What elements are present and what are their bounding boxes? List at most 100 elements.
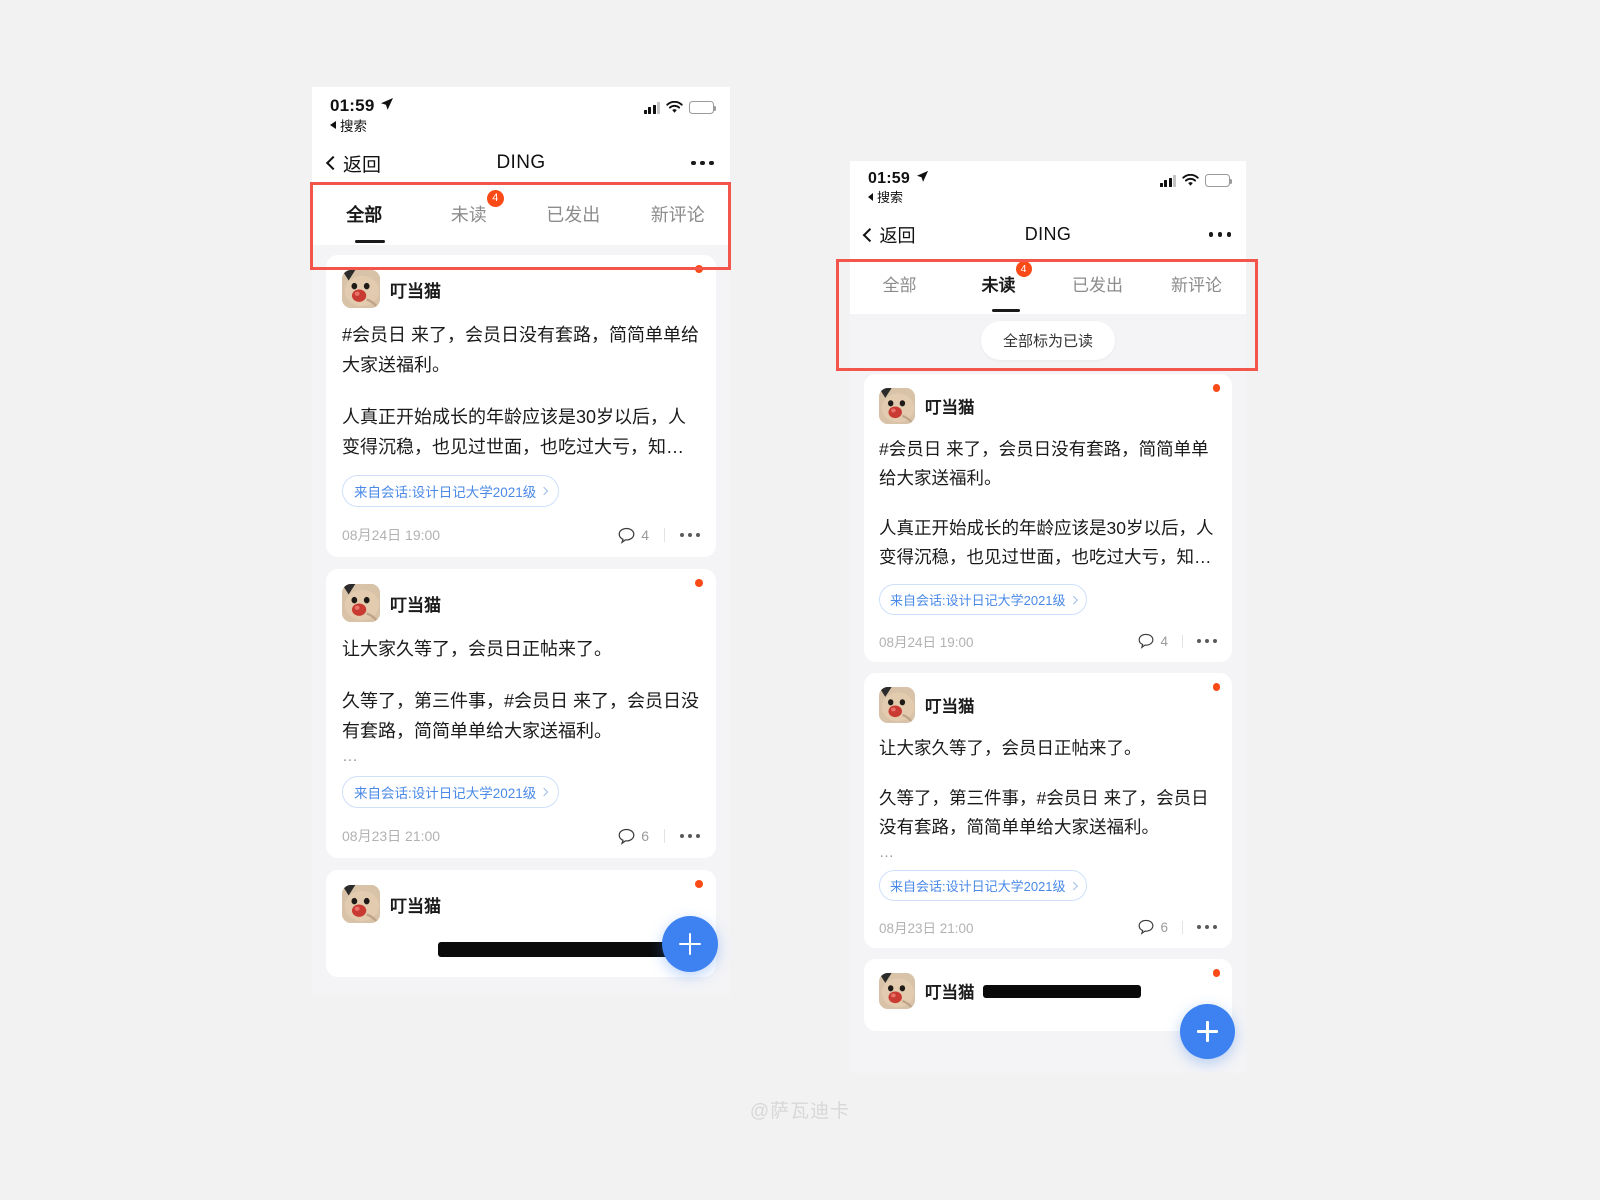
card-paragraph-redacted	[342, 935, 700, 965]
tab-new-comments[interactable]: 新评论	[626, 201, 731, 245]
chevron-right-icon	[540, 486, 549, 496]
card-timestamp: 08月23日 21:00	[879, 921, 974, 936]
comment-button[interactable]: 6	[1138, 919, 1168, 935]
nav-bar: 返回 DING	[850, 211, 1246, 258]
unread-dot	[1212, 384, 1220, 392]
ding-card[interactable]: 叮当猫 让大家久等了，会员日正帖来了。 久等了，第三件事，#会员日 来了，会员日…	[326, 569, 716, 858]
wifi-icon	[666, 101, 683, 114]
back-triangle-icon	[330, 121, 336, 129]
tab-unread[interactable]: 未读 4	[417, 190, 522, 245]
compose-ding-button[interactable]	[662, 916, 718, 972]
chevron-right-icon	[1069, 881, 1078, 890]
unread-dot	[695, 579, 703, 587]
tab-new-comments-label: 新评论	[1171, 276, 1222, 295]
cat-avatar	[342, 270, 380, 308]
status-back-to-app[interactable]: 搜索	[330, 115, 712, 135]
card-more-button[interactable]	[1197, 925, 1217, 929]
source-conversation-tag[interactable]: 来自会话:设计日记大学2021级	[879, 870, 1088, 901]
back-triangle-icon	[868, 192, 873, 201]
source-conversation-tag[interactable]: 来自会话:设计日记大学2021级	[342, 475, 560, 507]
card-footer: 08月23日 21:00 6	[879, 917, 1217, 937]
card-author: 叮当猫	[390, 896, 441, 916]
card-author: 叮当猫	[925, 984, 975, 1002]
nav-back-label: 返回	[343, 154, 382, 176]
comment-button[interactable]: 4	[618, 527, 649, 544]
comment-button[interactable]: 6	[618, 828, 649, 845]
source-conversation-tag[interactable]: 来自会话:设计日记大学2021级	[879, 584, 1088, 615]
footer-divider	[1182, 634, 1183, 648]
redaction-bar	[982, 984, 1141, 998]
phone-screen-right: 01:59 搜索 ⚡ 返回 DING 全部 未读 4 已发出 新评论 全部标为已…	[850, 161, 1246, 1073]
nav-back-button[interactable]: 返回	[863, 222, 916, 248]
ding-card[interactable]: 叮当猫 #会员日 来了，会员日没有套路，简简单单给大家送福利。 人真正开始成长的…	[864, 374, 1232, 662]
tab-bar: 全部 未读 4 已发出 新评论	[312, 187, 730, 245]
nav-more-button[interactable]	[1208, 232, 1231, 237]
status-back-label: 搜索	[340, 119, 367, 134]
source-conversation-label: 来自会话:设计日记大学2021级	[890, 593, 1066, 608]
wifi-icon	[1182, 174, 1199, 187]
tab-unread[interactable]: 未读 4	[949, 261, 1048, 314]
ding-card[interactable]: 叮当猫 #会员日 来了，会员日没有套路，简简单单给大家送福利。 人真正开始成长的…	[326, 255, 716, 557]
status-bar-right: ⚡	[1159, 174, 1233, 187]
ding-feed-left[interactable]: 叮当猫 #会员日 来了，会员日没有套路，简简单单给大家送福利。 人真正开始成长的…	[312, 245, 730, 995]
card-author: 叮当猫	[390, 595, 441, 615]
card-more-button[interactable]	[680, 533, 700, 537]
card-paragraph: 让大家久等了，会员日正帖来了。	[879, 738, 1142, 758]
chevron-right-icon	[1069, 595, 1078, 604]
ding-card[interactable]: 叮当猫 让大家久等了，会员日正帖来了。 久等了，第三件事，#会员日 来了，会员日…	[864, 673, 1232, 948]
card-paragraph: #会员日 来了，会员日没有套路，简简单单给大家送福利。	[342, 325, 700, 375]
card-footer-actions: 6	[1138, 919, 1217, 935]
card-paragraph: 让大家久等了，会员日正帖来了。	[342, 639, 612, 659]
status-time: 01:59	[868, 170, 910, 187]
tab-unread-badge: 4	[486, 190, 504, 207]
compose-ding-button[interactable]	[1180, 1004, 1235, 1059]
card-more-button[interactable]	[1197, 639, 1217, 643]
nav-bar: 返回 DING	[312, 139, 730, 187]
card-timestamp: 08月23日 21:00	[342, 828, 441, 844]
card-paragraph: 久等了，第三件事，#会员日 来了，会员日没有套路，简简单单给大家送福利。	[342, 691, 700, 741]
tab-all-label: 全部	[346, 205, 383, 225]
card-truncation-ellipsis: …	[879, 844, 896, 861]
nav-more-button[interactable]	[691, 160, 714, 166]
source-conversation-label: 来自会话:设计日记大学2021级	[890, 879, 1066, 894]
location-arrow-icon	[380, 97, 394, 116]
tab-new-comments-label: 新评论	[650, 205, 705, 225]
ding-card[interactable]: 叮当猫	[864, 959, 1232, 1031]
card-author: 叮当猫	[925, 698, 975, 716]
comment-count: 4	[641, 527, 649, 543]
tab-sent[interactable]: 已发出	[521, 201, 626, 245]
card-paragraph: 久等了，第三件事，#会员日 来了，会员日没有套路，简简单单给大家送福利。	[879, 788, 1209, 837]
comment-button[interactable]: 4	[1138, 633, 1168, 649]
tab-all-label: 全部	[882, 276, 917, 295]
comment-bubble-icon	[1139, 633, 1154, 649]
footer-divider	[664, 528, 665, 542]
card-more-button[interactable]	[680, 834, 700, 838]
cat-avatar	[879, 973, 915, 1009]
cellular-signal-icon	[643, 101, 660, 114]
card-header: 叮当猫	[342, 885, 700, 923]
card-footer: 08月24日 19:00 4	[342, 525, 700, 545]
card-header: 叮当猫	[879, 973, 1217, 1009]
source-conversation-label: 来自会话:设计日记大学2021级	[354, 485, 537, 500]
ding-feed-right[interactable]: 叮当猫 #会员日 来了，会员日没有套路，简简单单给大家送福利。 人真正开始成长的…	[850, 366, 1246, 1073]
unread-dot	[695, 265, 703, 273]
ding-card[interactable]: 叮当猫	[326, 870, 716, 977]
card-footer: 08月24日 19:00 4	[879, 631, 1217, 651]
status-back-label: 搜索	[877, 190, 904, 205]
card-footer-actions: 4	[1138, 633, 1217, 649]
card-header: 叮当猫	[879, 388, 1217, 424]
tab-all[interactable]: 全部	[312, 201, 417, 245]
tab-new-comments[interactable]: 新评论	[1147, 271, 1246, 314]
card-footer-actions: 6	[618, 828, 700, 845]
status-bar-right: ⚡	[643, 101, 717, 114]
nav-back-button[interactable]: 返回	[325, 150, 382, 177]
card-timestamp: 08月24日 19:00	[342, 527, 441, 543]
comment-count: 6	[1160, 919, 1168, 935]
status-back-to-app[interactable]: 搜索	[868, 187, 1228, 206]
tab-all[interactable]: 全部	[850, 271, 949, 314]
status-time: 01:59	[330, 96, 375, 115]
mark-all-read-button[interactable]: 全部标为已读	[980, 320, 1115, 360]
source-conversation-tag[interactable]: 来自会话:设计日记大学2021级	[342, 776, 560, 808]
phone-mockup-right: 01:59 搜索 ⚡ 返回 DING 全部 未读 4 已发出 新评论 全部标为已…	[850, 161, 1246, 1073]
tab-sent[interactable]: 已发出	[1048, 271, 1147, 314]
